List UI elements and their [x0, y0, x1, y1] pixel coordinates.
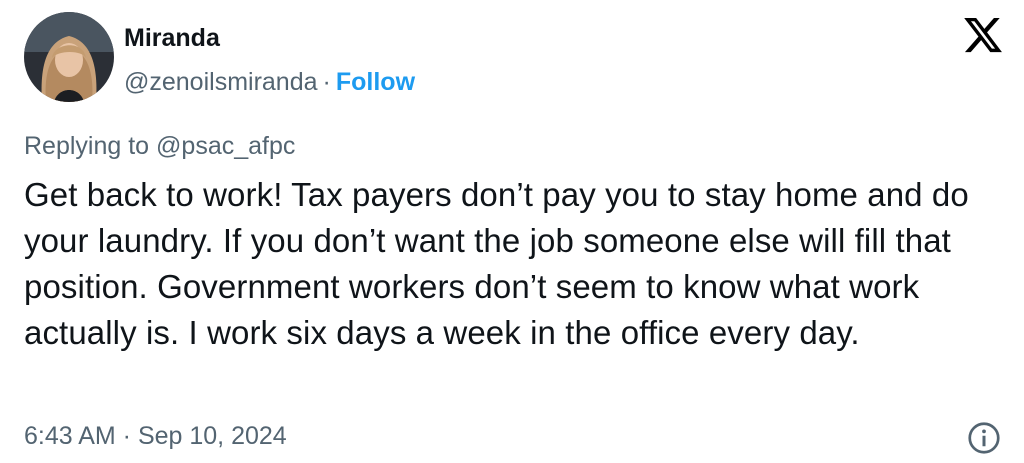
handle-separator: · — [322, 68, 331, 96]
tweet-embed: Miranda @zenoilsmiranda · Follow Replying … — [0, 0, 1024, 463]
x-logo-icon[interactable] — [962, 14, 1004, 56]
author-handle[interactable]: @zenoilsmiranda — [124, 68, 318, 96]
author-handle-row: @zenoilsmiranda · Follow — [124, 68, 415, 97]
info-icon[interactable] — [966, 420, 1002, 456]
reply-target-link[interactable]: @psac_afpc — [156, 132, 295, 160]
avatar-photo — [24, 12, 114, 102]
follow-button[interactable]: Follow — [336, 68, 415, 96]
tweet-timestamp[interactable]: 6:43 AM · Sep 10, 2024 — [24, 422, 287, 451]
author-name[interactable]: Miranda — [124, 24, 220, 53]
avatar[interactable] — [24, 12, 114, 102]
tweet-text: Get back to work! Tax payers don’t pay y… — [24, 176, 969, 351]
replying-to-line: Replying to @psac_afpc — [24, 132, 295, 161]
replying-to-label: Replying to — [24, 132, 150, 160]
